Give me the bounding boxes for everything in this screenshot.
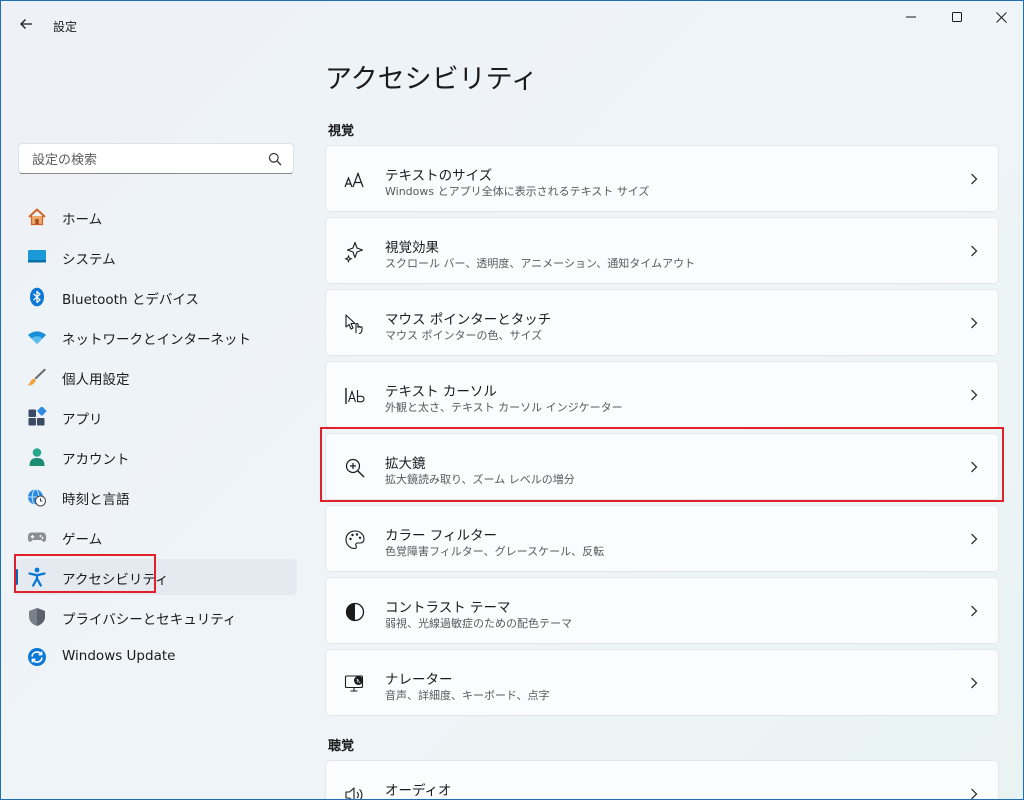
sidebar-item-privacy[interactable]: プライバシーとセキュリティ xyxy=(15,599,297,635)
chevron-right-icon xyxy=(971,389,978,401)
sidebar-item-time-language[interactable]: 時刻と言語 xyxy=(15,479,297,515)
shield-icon xyxy=(29,608,45,626)
section-heading-vision: 視覚 xyxy=(328,124,355,139)
sidebar-item-network[interactable]: ネットワークとインターネット xyxy=(15,319,297,355)
speaker-icon xyxy=(345,787,363,799)
search-box[interactable] xyxy=(18,143,294,174)
sidebar-item-personalization[interactable]: 個人用設定 xyxy=(15,359,297,395)
section-heading-hearing: 聴覚 xyxy=(328,739,355,754)
minimize-icon xyxy=(906,16,916,18)
wifi-icon xyxy=(28,331,46,344)
chevron-right-icon xyxy=(971,788,978,799)
narrator-icon xyxy=(344,675,364,692)
card-magnifier[interactable]: 拡大鏡 拡大鏡読み取り、ズーム レベルの増分 xyxy=(325,433,999,500)
card-visual-effects[interactable]: 視覚効果 スクロール バー、透明度、アニメーション、通知タイムアウト xyxy=(325,217,999,284)
maximize-button[interactable] xyxy=(934,1,980,33)
home-icon xyxy=(28,208,46,226)
chevron-right-icon xyxy=(971,677,978,689)
back-arrow-icon xyxy=(20,19,32,29)
chevron-right-icon xyxy=(971,317,978,329)
bluetooth-icon xyxy=(30,287,44,307)
maximize-icon xyxy=(952,12,962,22)
sidebar-item-accessibility[interactable]: アクセシビリティ xyxy=(15,559,297,595)
card-text-size[interactable]: テキストのサイズ Windows とアプリ全体に表示されるテキスト サイズ xyxy=(325,145,999,212)
contrast-icon xyxy=(345,602,365,622)
text-cursor-icon xyxy=(345,388,365,404)
apps-icon xyxy=(28,407,47,426)
sidebar: ホーム システム Bluetooth とデバイス xyxy=(1,49,311,799)
card-narrator[interactable]: ナレーター 音声、詳細度、キーボード、点字 xyxy=(325,649,999,716)
account-icon xyxy=(29,448,45,466)
card-color-filters[interactable]: カラー フィルター 色覚障害フィルター、グレースケール、反転 xyxy=(325,505,999,572)
sidebar-item-bluetooth[interactable]: Bluetooth とデバイス xyxy=(15,279,297,315)
chevron-right-icon xyxy=(971,605,978,617)
magnifier-icon xyxy=(345,458,365,478)
page-title: アクセシビリティ xyxy=(325,64,539,95)
gamepad-icon xyxy=(27,532,47,542)
sidebar-item-system[interactable]: システム xyxy=(15,239,297,275)
visual-effects-icon xyxy=(344,241,364,263)
close-icon xyxy=(995,11,1007,23)
card-mouse-pointer-touch[interactable]: マウス ポインターとタッチ マウス ポインターの色、サイズ xyxy=(325,289,999,356)
card-text-cursor[interactable]: テキスト カーソル 外観と太さ、テキスト カーソル インジケーター xyxy=(325,361,999,428)
chevron-right-icon xyxy=(971,461,978,473)
card-contrast-themes[interactable]: コントラスト テーマ 弱視、光線過敏症のための配色テーマ xyxy=(325,577,999,644)
minimize-button[interactable] xyxy=(888,1,934,33)
text-size-icon xyxy=(344,171,364,188)
main-content: アクセシビリティ 視覚 テキストのサイズ Windows とアプリ全体に表示され… xyxy=(311,49,1023,799)
close-button[interactable] xyxy=(978,1,1023,33)
sidebar-item-home[interactable]: ホーム xyxy=(15,199,297,235)
sidebar-item-gaming[interactable]: ゲーム xyxy=(15,519,297,555)
brush-icon xyxy=(28,368,46,386)
color-palette-icon xyxy=(345,530,365,550)
chevron-right-icon xyxy=(971,533,978,545)
settings-window: 設定 ホーム xyxy=(0,0,1024,800)
title-bar: 設定 xyxy=(1,1,1023,49)
accessibility-icon xyxy=(28,567,46,587)
app-title: 設定 xyxy=(53,20,78,34)
search-icon[interactable] xyxy=(268,152,282,166)
sidebar-item-apps[interactable]: アプリ xyxy=(15,399,297,435)
search-input[interactable] xyxy=(30,150,264,170)
back-button[interactable] xyxy=(17,15,35,33)
chevron-right-icon xyxy=(971,245,978,257)
sidebar-item-accounts[interactable]: アカウント xyxy=(15,439,297,475)
card-audio[interactable]: オーディオ xyxy=(325,760,999,799)
sidebar-item-windows-update[interactable]: Windows Update xyxy=(15,639,297,675)
update-icon xyxy=(28,648,46,666)
system-icon xyxy=(28,250,46,263)
chevron-right-icon xyxy=(971,173,978,185)
active-indicator xyxy=(15,569,18,585)
pointer-touch-icon xyxy=(345,314,363,335)
clock-globe-icon xyxy=(28,489,46,507)
